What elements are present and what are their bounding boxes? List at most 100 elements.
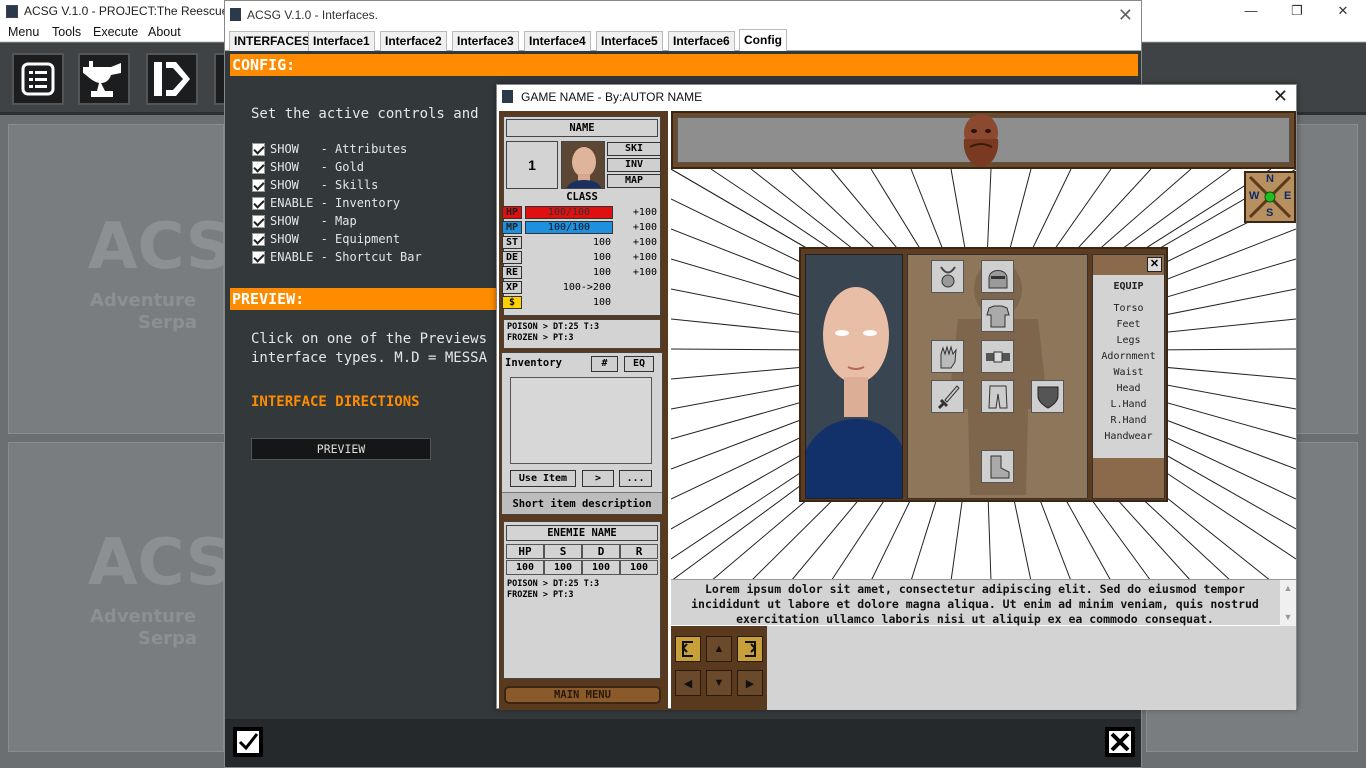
- enemy-header: S: [544, 544, 582, 559]
- interface-tabs: INTERFACES Interface1 Interface2 Interfa…: [225, 29, 1141, 51]
- equip-item[interactable]: Torso: [1093, 303, 1164, 314]
- menu-menu[interactable]: Menu: [8, 25, 39, 39]
- turn-left-button[interactable]: [675, 636, 701, 662]
- menu-tools[interactable]: Tools: [52, 25, 81, 39]
- equip-item[interactable]: L.Hand: [1093, 399, 1164, 410]
- mp-value: 100/100: [547, 222, 591, 233]
- checkbox-row[interactable]: SHOW - Equipment: [252, 231, 400, 247]
- inventory-label: Inventory: [505, 357, 562, 369]
- strafe-left-button[interactable]: ◀: [675, 670, 701, 696]
- interface-directions-link[interactable]: INTERFACE DIRECTIONS: [251, 394, 420, 410]
- enemy-value: 100: [620, 560, 658, 575]
- slot-waist[interactable]: [981, 340, 1014, 373]
- checkbox[interactable]: [252, 250, 265, 264]
- stat-label: XP: [502, 281, 522, 294]
- checkbox-label: SHOW - Equipment: [270, 232, 401, 246]
- belt-icon: [985, 351, 1010, 362]
- confirm-button[interactable]: [233, 727, 263, 757]
- close-icon[interactable]: ✕: [1273, 86, 1288, 107]
- checkbox[interactable]: [252, 196, 265, 210]
- move-back-button[interactable]: ▼: [706, 670, 732, 696]
- checkbox-row[interactable]: SHOW - Gold: [252, 159, 364, 175]
- slot-right-hand[interactable]: [931, 380, 964, 413]
- dwarf-head-icon: [963, 114, 999, 167]
- tab-interfaces[interactable]: INTERFACES: [229, 31, 316, 51]
- next-item-button[interactable]: >: [582, 470, 614, 487]
- checkbox-row[interactable]: SHOW - Attributes: [252, 141, 407, 157]
- equip-item[interactable]: Legs: [1093, 335, 1164, 346]
- compass-north: N: [1266, 173, 1274, 185]
- app-icon: [230, 8, 241, 21]
- restore-icon[interactable]: ❐: [1274, 0, 1320, 23]
- equip-item[interactable]: Feet: [1093, 319, 1164, 330]
- scroll-up-icon[interactable]: ▲: [1280, 583, 1296, 593]
- enemy-value: 100: [506, 560, 544, 575]
- inventory-sort-button[interactable]: #: [591, 356, 618, 372]
- tab-config[interactable]: Config: [739, 29, 787, 51]
- status-effect: POISON > DT:25 T:3: [507, 579, 600, 589]
- turn-right-button[interactable]: [737, 636, 763, 662]
- strafe-right-button[interactable]: ▶: [737, 670, 763, 696]
- cancel-button[interactable]: [1105, 727, 1135, 757]
- list-button[interactable]: [12, 53, 64, 105]
- use-item-button[interactable]: Use Item: [510, 470, 576, 487]
- stat-label: ST: [502, 236, 522, 249]
- run-button[interactable]: [146, 53, 198, 105]
- main-menu-button[interactable]: MAIN MENU: [504, 686, 661, 704]
- skills-button[interactable]: SKI: [607, 142, 661, 156]
- tab-interface3[interactable]: Interface3: [452, 31, 519, 51]
- tab-interface6[interactable]: Interface6: [668, 31, 735, 51]
- equip-item[interactable]: Head: [1093, 383, 1164, 394]
- equip-close-button[interactable]: ✕: [1147, 257, 1162, 272]
- anvil-button[interactable]: [78, 53, 130, 105]
- checkbox[interactable]: [252, 160, 265, 174]
- checkbox[interactable]: [252, 142, 265, 156]
- move-forward-button[interactable]: ▲: [706, 636, 732, 662]
- tab-interface4[interactable]: Interface4: [524, 31, 591, 51]
- slot-torso[interactable]: [981, 299, 1014, 332]
- menu-execute[interactable]: Execute: [93, 25, 138, 39]
- slot-legs[interactable]: [981, 380, 1014, 413]
- menu-about[interactable]: About: [148, 25, 181, 39]
- watermark-text: Serpa: [138, 628, 198, 649]
- tab-interface1[interactable]: Interface1: [308, 31, 375, 51]
- checkbox[interactable]: [252, 214, 265, 228]
- slot-adornment[interactable]: [931, 260, 964, 293]
- message-scrollbar[interactable]: ▲ ▼: [1280, 580, 1296, 626]
- inventory-list[interactable]: [510, 377, 652, 464]
- boot-icon: [990, 455, 1009, 478]
- more-options-button[interactable]: ...: [619, 470, 652, 487]
- checkbox-row[interactable]: ENABLE - Inventory: [252, 195, 400, 211]
- checkbox[interactable]: [252, 232, 265, 246]
- close-icon[interactable]: ✕: [1320, 0, 1366, 23]
- minimize-icon[interactable]: —: [1228, 0, 1274, 23]
- scroll-down-icon[interactable]: ▼: [1280, 612, 1296, 622]
- slot-feet[interactable]: [981, 450, 1014, 483]
- preview-text: Click on one of the Previews: [251, 331, 488, 347]
- checkbox-row[interactable]: SHOW - Map: [252, 213, 357, 229]
- watermark-text: Adventure: [90, 606, 197, 627]
- enemy-name: ENEMIE NAME: [506, 525, 658, 541]
- stat-value: 100->200: [562, 282, 611, 293]
- checkbox-row[interactable]: ENABLE - Shortcut Bar: [252, 249, 422, 265]
- equip-item[interactable]: Waist: [1093, 367, 1164, 378]
- map-button[interactable]: MAP: [607, 174, 661, 188]
- tab-interface2[interactable]: Interface2: [380, 31, 447, 51]
- close-icon[interactable]: ✕: [1118, 5, 1133, 26]
- preview-button[interactable]: PREVIEW: [251, 438, 431, 460]
- mp-label: MP: [502, 221, 522, 234]
- inventory-equip-button[interactable]: EQ: [624, 356, 654, 372]
- tab-interface5[interactable]: Interface5: [596, 31, 663, 51]
- slot-handwear[interactable]: [931, 340, 964, 373]
- checkbox-row[interactable]: SHOW - Skills: [252, 177, 378, 193]
- inventory-panel: Inventory # EQ Use Item > ... Short item…: [501, 352, 663, 515]
- checkbox[interactable]: [252, 178, 265, 192]
- slot-head[interactable]: [981, 260, 1014, 293]
- turn-right-icon: [745, 641, 757, 657]
- compass[interactable]: N S E W: [1244, 171, 1296, 223]
- equip-item[interactable]: Handwear: [1093, 431, 1164, 442]
- inventory-button[interactable]: INV: [607, 158, 661, 172]
- equip-item[interactable]: R.Hand: [1093, 415, 1164, 426]
- equip-item[interactable]: Adornment: [1093, 351, 1164, 362]
- slot-left-hand[interactable]: [1031, 380, 1064, 413]
